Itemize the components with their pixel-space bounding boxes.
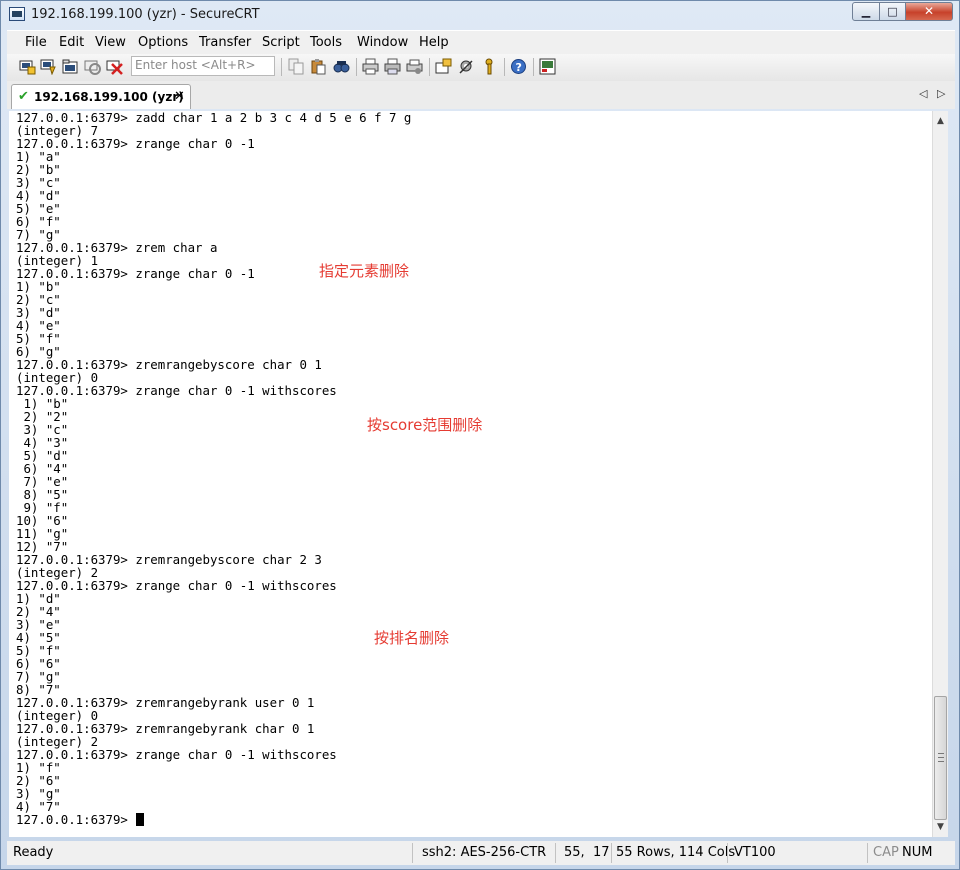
securecrt-app-icon[interactable] <box>9 7 25 21</box>
terminal-prompt: 127.0.0.1:6379> <box>16 812 136 827</box>
connected-check-icon: ✔ <box>18 89 29 104</box>
session-tab[interactable]: ✔ 192.168.199.100 (yzr) ✕ <box>11 84 191 109</box>
maximize-button[interactable]: □ <box>879 2 906 21</box>
terminal-vertical-scrollbar[interactable]: ▲ ▼ <box>932 111 948 837</box>
paste-icon[interactable] <box>310 58 327 75</box>
connect-icon[interactable] <box>19 58 36 75</box>
scroll-down-icon[interactable]: ▼ <box>933 819 948 835</box>
session-tab-bar: ✔ 192.168.199.100 (yzr) ✕ ◁ ▷ <box>7 81 955 109</box>
title-bar[interactable]: 192.168.199.100 (yzr) - SecureCRT ▁ □ ✕ <box>1 1 959 29</box>
print-selection-icon[interactable] <box>384 58 401 75</box>
scroll-up-icon[interactable]: ▲ <box>933 113 948 129</box>
minimize-button[interactable]: ▁ <box>852 2 880 21</box>
terminal-prompt-line: 127.0.0.1:6379> <box>16 812 145 827</box>
toolbar-separator <box>533 58 534 76</box>
find-icon[interactable] <box>333 58 350 75</box>
menu-tools[interactable]: Tools <box>310 35 342 50</box>
status-separator <box>555 843 556 863</box>
session-options-icon[interactable] <box>435 58 452 75</box>
help-icon[interactable]: ? <box>510 58 527 75</box>
quick-connect-icon[interactable] <box>40 58 57 76</box>
annotation-delete-by-member: 指定元素删除 <box>319 262 410 280</box>
host-input[interactable]: Enter host <Alt+R> <box>131 56 275 76</box>
tab-close-icon[interactable]: ✕ <box>174 89 185 104</box>
copy-icon[interactable] <box>288 58 305 75</box>
keymap-icon[interactable] <box>481 58 498 75</box>
status-separator <box>867 843 868 863</box>
annotation-delete-by-score: 按score范围删除 <box>367 416 483 434</box>
menu-edit[interactable]: Edit <box>59 35 84 50</box>
close-button[interactable]: ✕ <box>905 2 953 21</box>
menu-transfer[interactable]: Transfer <box>199 35 251 50</box>
status-cursor-position: 55, 17 <box>564 845 610 860</box>
menu-view[interactable]: View <box>95 35 126 50</box>
reconnect-icon[interactable] <box>84 58 101 75</box>
terminal-output[interactable]: 127.0.0.1:6379> zadd char 1 a 2 b 3 c 4 … <box>9 111 932 837</box>
toolbar-separator <box>281 58 282 76</box>
toolbar: Enter host <Alt+R> ? <box>7 54 955 82</box>
toolbar-separator <box>429 58 430 76</box>
status-separator <box>611 843 612 863</box>
status-bar: Ready ssh2: AES-256-CTR 55, 17 55 Rows, … <box>7 841 955 865</box>
window-title: 192.168.199.100 (yzr) - SecureCRT <box>31 7 260 22</box>
status-num-lock: NUM <box>902 845 933 860</box>
status-caps-lock: CAP <box>873 845 899 860</box>
toolbar-separator <box>504 58 505 76</box>
status-cipher: ssh2: AES-256-CTR <box>422 845 547 860</box>
session-tab-label: 192.168.199.100 (yzr) <box>34 90 184 104</box>
terminal-line: 127.0.0.1:6379> zrange char 0 -1 withsco… <box>16 747 337 762</box>
menu-file[interactable]: File <box>25 35 47 50</box>
toolbar-separator <box>356 58 357 76</box>
tab-prev-icon[interactable]: ◁ <box>919 87 927 100</box>
scroll-thumb[interactable] <box>934 696 947 820</box>
print-setup-icon[interactable] <box>406 58 423 75</box>
terminal-line: 127.0.0.1:6379> zrange char 0 -1 withsco… <box>16 578 337 593</box>
print-icon[interactable] <box>362 58 379 75</box>
status-emulation: VT100 <box>734 845 776 860</box>
disconnect-icon[interactable] <box>106 58 123 75</box>
connect-in-tab-icon[interactable] <box>62 58 79 75</box>
menu-window[interactable]: Window <box>357 35 408 50</box>
terminal-cursor <box>136 813 145 826</box>
status-dimensions: 55 Rows, 114 Cols <box>616 845 736 860</box>
about-icon[interactable] <box>539 58 556 75</box>
menu-script[interactable]: Script <box>262 35 300 50</box>
svg-text:?: ? <box>516 61 522 74</box>
status-separator <box>412 843 413 863</box>
menu-help[interactable]: Help <box>419 35 449 50</box>
annotation-delete-by-rank: 按排名删除 <box>374 629 450 647</box>
menu-bar: File Edit View Options Transfer Script T… <box>7 30 955 55</box>
tab-next-icon[interactable]: ▷ <box>937 87 945 100</box>
scroll-grip-icon <box>938 753 944 762</box>
global-options-icon[interactable] <box>458 58 475 75</box>
status-separator <box>727 843 728 863</box>
securecrt-window: 192.168.199.100 (yzr) - SecureCRT ▁ □ ✕ … <box>0 0 960 870</box>
menu-options[interactable]: Options <box>138 35 188 50</box>
status-ready: Ready <box>13 845 54 860</box>
